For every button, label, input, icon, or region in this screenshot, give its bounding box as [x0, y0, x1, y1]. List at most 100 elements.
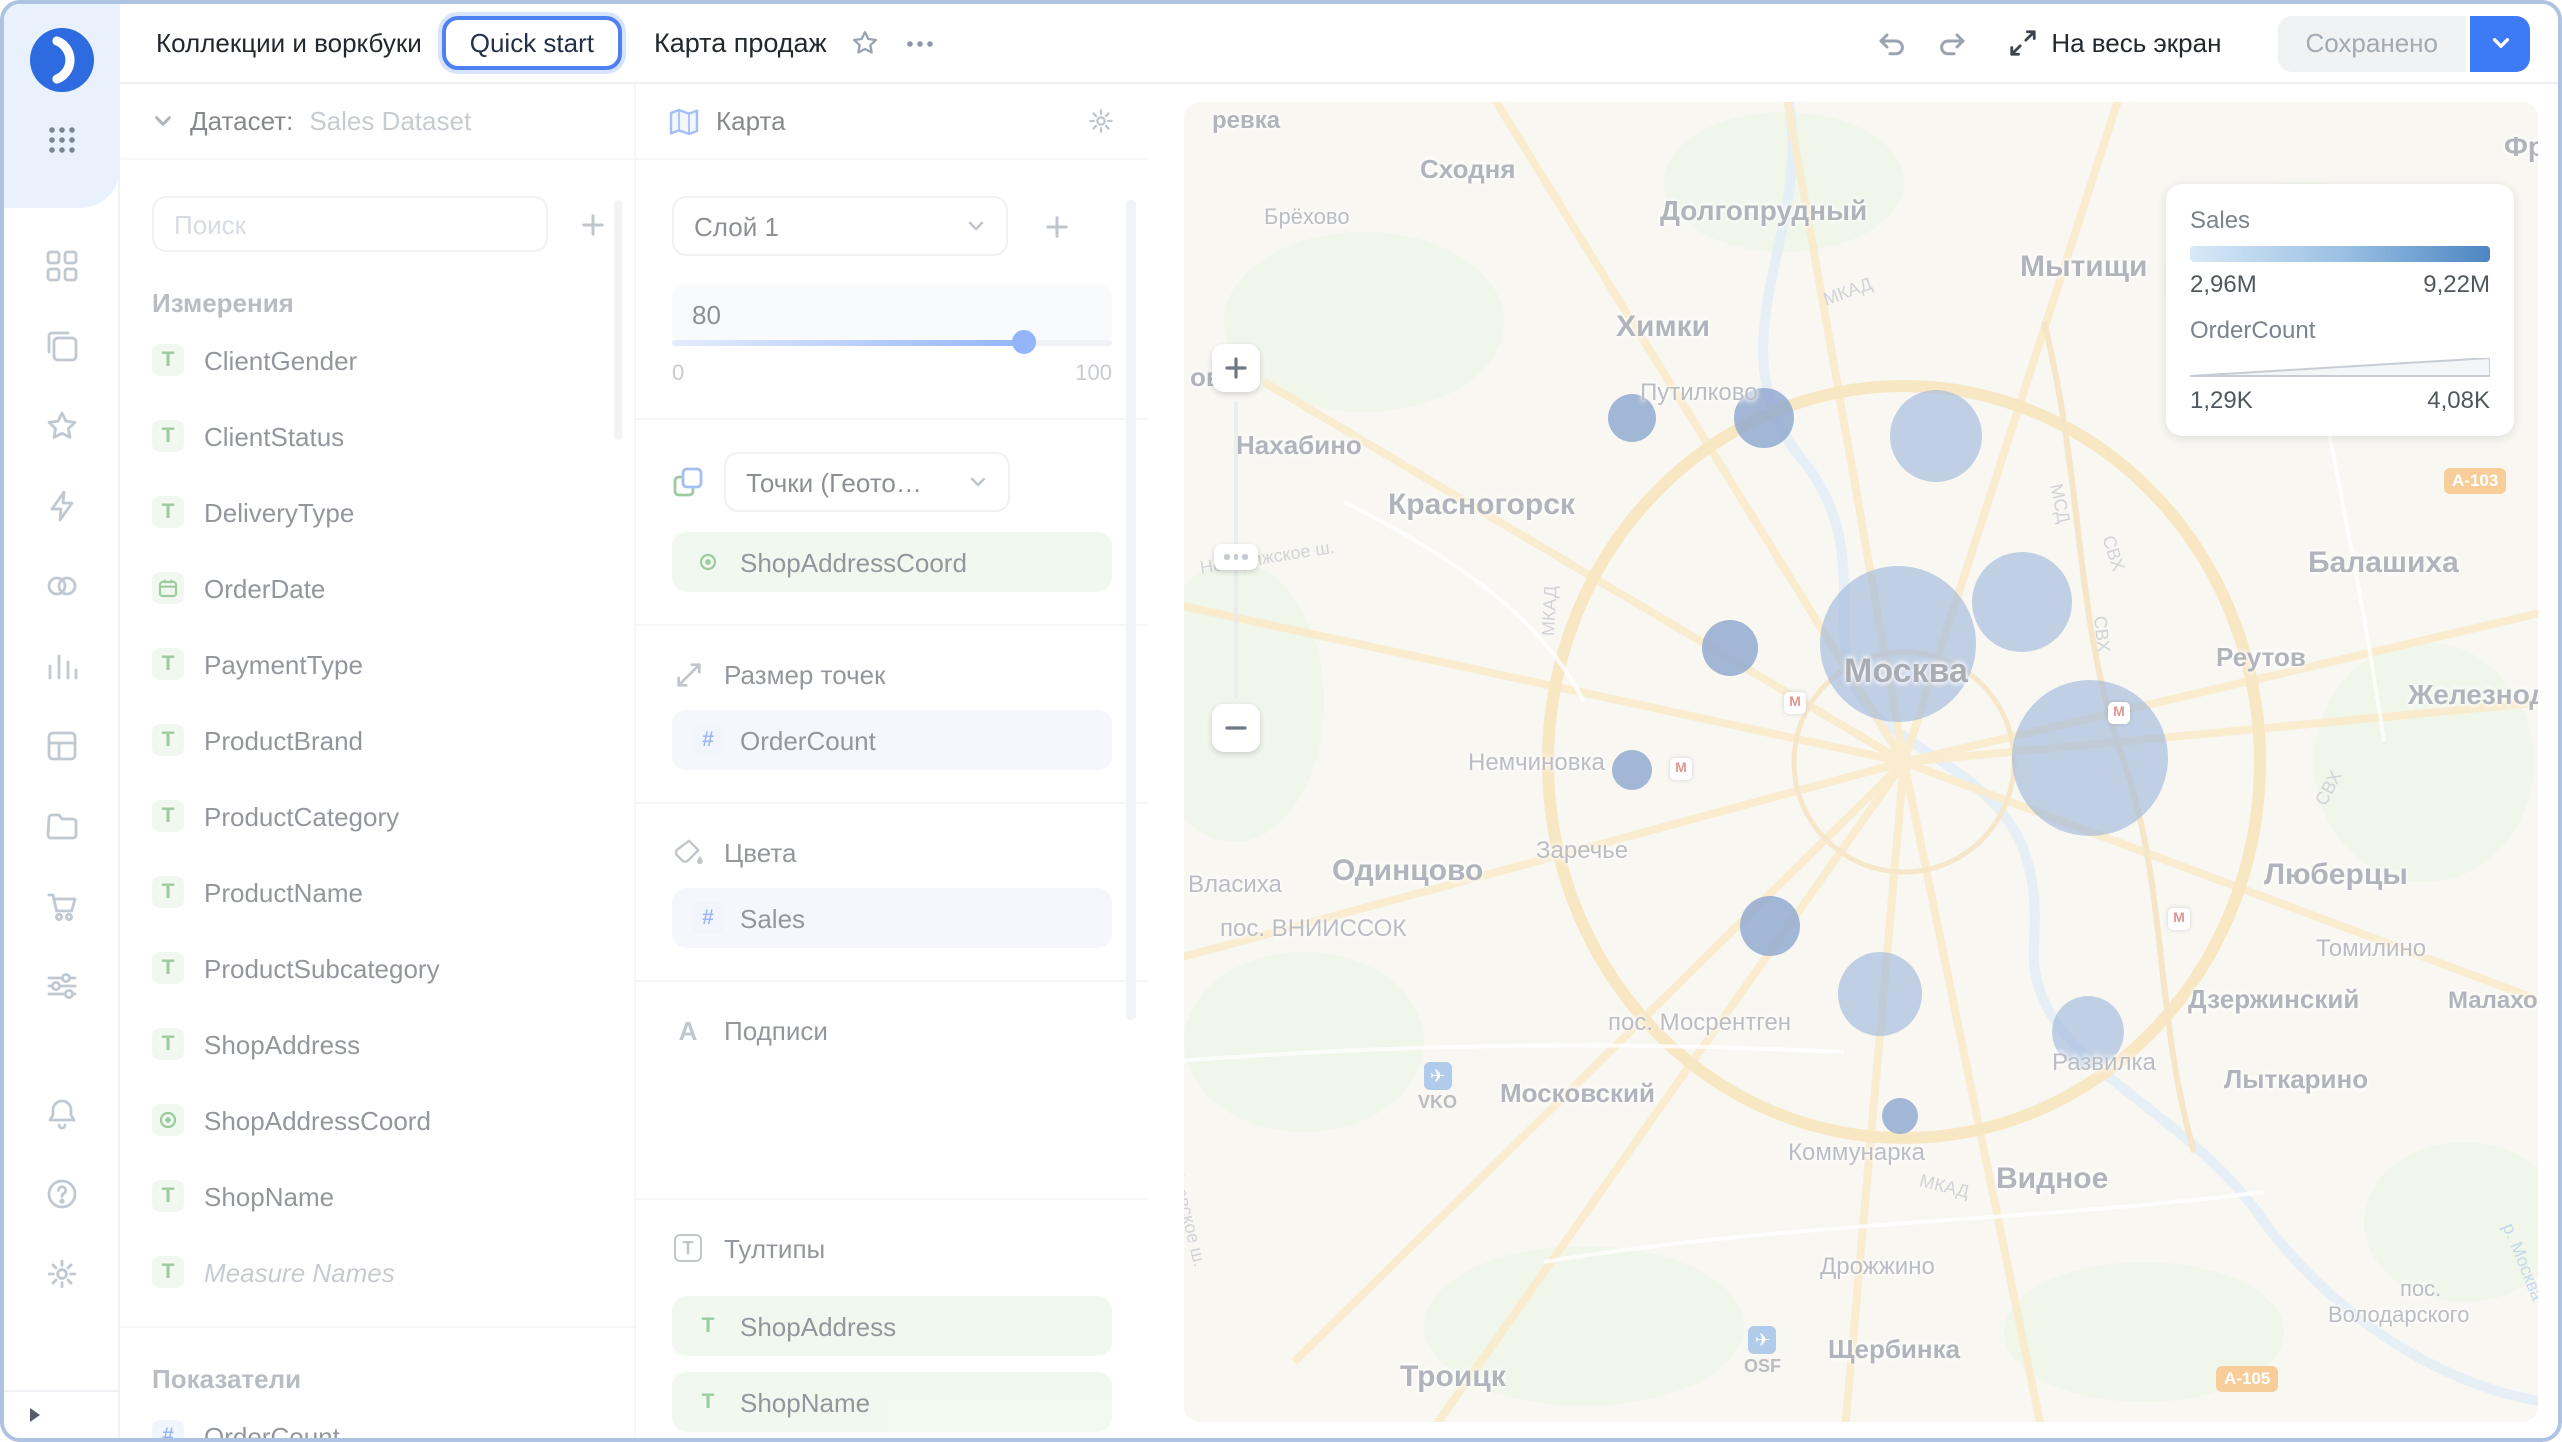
- tables-icon[interactable]: [43, 728, 79, 764]
- dataset-name[interactable]: Sales Dataset: [309, 106, 471, 136]
- opacity-slider[interactable]: [672, 330, 1112, 354]
- tooltips-field-list: TShopAddress TShopName: [672, 1264, 1112, 1432]
- left-nav-rail: [4, 4, 120, 1438]
- text-field-icon: T: [152, 1028, 184, 1060]
- slider-min-label: 0: [672, 362, 684, 386]
- dataset-field[interactable]: TProductName: [152, 854, 602, 930]
- config-scrollbar[interactable]: [1126, 200, 1136, 1020]
- dataset-field[interactable]: TProductCategory: [152, 778, 602, 854]
- dataset-field[interactable]: OrderDate: [152, 550, 602, 626]
- map-bubble[interactable]: [1702, 620, 1758, 676]
- dataset-field[interactable]: TClientGender: [152, 322, 602, 398]
- dataset-field[interactable]: TProductSubcategory: [152, 930, 602, 1006]
- airport-code: OSF: [1744, 1356, 1781, 1376]
- marketplace-icon[interactable]: [43, 888, 79, 924]
- favorites-icon[interactable]: [43, 408, 79, 444]
- map-place-label: Дзержинский: [2188, 984, 2359, 1014]
- map-place-label: Немчиновка: [1468, 748, 1605, 776]
- map-place-label: Володарского: [2328, 1304, 2469, 1328]
- dataset-field[interactable]: TShopAddress: [152, 1006, 602, 1082]
- zoom-out-button[interactable]: [1212, 704, 1260, 752]
- map-place-label: Долгопрудный: [1660, 194, 1867, 226]
- point-size-field-chip[interactable]: # OrderCount: [672, 710, 1112, 770]
- map-bubble[interactable]: [2012, 680, 2168, 836]
- map-bubble[interactable]: [1612, 750, 1652, 790]
- dataset-scrollbar[interactable]: [614, 200, 622, 440]
- map-place-label: Брёхово: [1264, 206, 1350, 230]
- measures-list: #OrderCount: [152, 1398, 602, 1442]
- zoom-in-button[interactable]: [1212, 344, 1260, 392]
- dataset-field[interactable]: TShopName: [152, 1158, 602, 1234]
- dataset-field[interactable]: T DeliveryType: [152, 474, 602, 550]
- geolayer-type-select[interactable]: Точки (Геото…: [724, 452, 1010, 512]
- dataset-field[interactable]: #OrderCount: [152, 1398, 602, 1442]
- map-chart-type-icon[interactable]: [668, 105, 700, 137]
- quick-start-button[interactable]: Quick start: [442, 16, 622, 70]
- dashboards-icon[interactable]: [43, 248, 79, 284]
- dataset-field[interactable]: ShopAddressCoord: [152, 1082, 602, 1158]
- airport-marker: ✈VKO: [1418, 1062, 1457, 1112]
- services-grid-icon[interactable]: [45, 124, 77, 166]
- save-button[interactable]: Сохранено: [2277, 15, 2466, 71]
- search-input[interactable]: [152, 196, 548, 252]
- connections-icon[interactable]: [43, 568, 79, 604]
- save-options-button[interactable]: [2470, 15, 2530, 71]
- field-name: OrderCount: [204, 1421, 340, 1442]
- map-place-label: Москва: [1844, 652, 1968, 692]
- tooltip-field-chip[interactable]: TShopAddress: [672, 1296, 1112, 1356]
- tooltips-section: T Тултипы: [672, 1232, 1112, 1264]
- add-layer-button[interactable]: [1032, 202, 1080, 250]
- fullscreen-control[interactable]: На весь экран: [2007, 28, 2221, 58]
- favorite-star-icon[interactable]: [851, 28, 881, 58]
- collections-icon[interactable]: [43, 328, 79, 364]
- layer-select[interactable]: Слой 1: [672, 196, 1008, 256]
- map-bubble[interactable]: [1882, 1098, 1918, 1134]
- bell-icon[interactable]: [43, 1096, 79, 1132]
- map-place-label: Томилино: [2316, 934, 2426, 962]
- map-bubble[interactable]: [1890, 390, 1982, 482]
- field-name: DeliveryType: [204, 497, 354, 527]
- field-name: ClientGender: [204, 345, 357, 375]
- map-bubble[interactable]: [1838, 952, 1922, 1036]
- dataset-field[interactable]: TPaymentType: [152, 626, 602, 702]
- dataset-field[interactable]: TClientStatus: [152, 398, 602, 474]
- add-field-button[interactable]: [568, 200, 616, 248]
- map-bubble[interactable]: [1972, 552, 2072, 652]
- map-place-label: Троицк: [1400, 1360, 1506, 1394]
- help-icon[interactable]: [43, 1176, 79, 1212]
- gear-icon[interactable]: [43, 1256, 79, 1292]
- tooltip-field-chip[interactable]: TShopName: [672, 1372, 1112, 1432]
- lightning-icon[interactable]: [43, 488, 79, 524]
- text-field-icon: T: [152, 1256, 184, 1288]
- dataset-panel-header[interactable]: Датасет: Sales Dataset: [120, 84, 634, 160]
- map-bubble[interactable]: [1740, 896, 1800, 956]
- text-field-icon: T: [692, 1386, 724, 1418]
- undo-icon[interactable]: [1875, 27, 1907, 59]
- charts-icon[interactable]: [43, 648, 79, 684]
- layer-select-value: Слой 1: [694, 211, 779, 241]
- divider: [636, 624, 1148, 626]
- datalens-logo-icon[interactable]: [28, 26, 96, 94]
- map-canvas[interactable]: ревкаСходняБрёховоДолгопрудныйФряМытищиХ…: [1184, 102, 2538, 1422]
- more-menu-icon[interactable]: [905, 27, 937, 59]
- zoom-slider-handle[interactable]: [1214, 544, 1258, 570]
- section-title: Цвета: [724, 837, 796, 867]
- text-field-icon: T: [692, 1310, 724, 1342]
- chip-label: OrderCount: [740, 725, 876, 755]
- dataset-field[interactable]: TProductBrand: [152, 702, 602, 778]
- filters-icon[interactable]: [43, 968, 79, 1004]
- breadcrumb[interactable]: Коллекции и воркбуки: [156, 28, 422, 58]
- dataset-field[interactable]: TMeasure Names: [152, 1234, 602, 1310]
- map-bubble[interactable]: [1820, 566, 1976, 722]
- section-title: Тултипы: [724, 1233, 825, 1263]
- redo-icon[interactable]: [1935, 27, 1967, 59]
- text-field-icon: T: [152, 496, 184, 528]
- colors-field-chip[interactable]: # Sales: [672, 888, 1112, 948]
- gear-icon[interactable]: [1084, 105, 1116, 137]
- folder-icon[interactable]: [43, 808, 79, 844]
- fullscreen-icon: [2007, 28, 2037, 58]
- geopoints-field-chip[interactable]: ShopAddressCoord: [672, 532, 1112, 592]
- slider-thumb[interactable]: [1012, 330, 1036, 354]
- collapse-panel-icon[interactable]: [26, 1397, 44, 1433]
- topbar: Коллекции и воркбуки Quick start Карта п…: [120, 4, 2558, 84]
